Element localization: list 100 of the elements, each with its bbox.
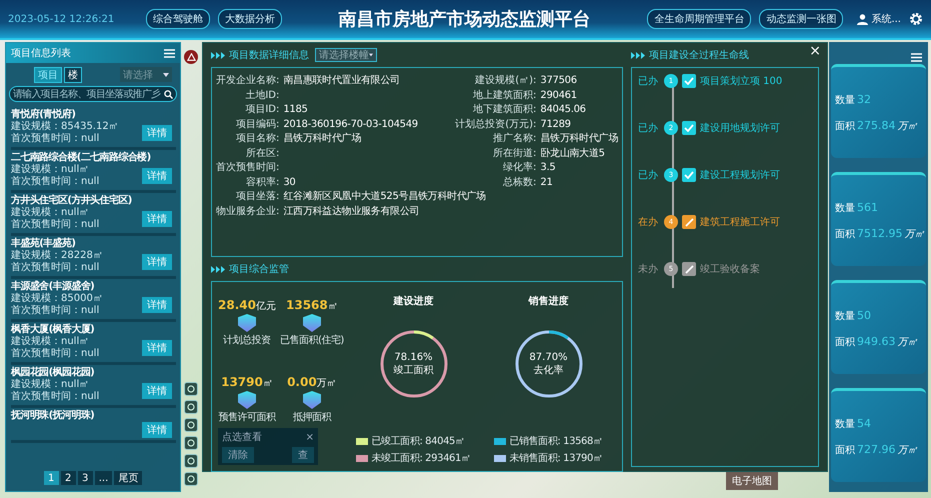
pencil-icon [682,262,696,276]
menu-icon[interactable] [911,53,922,62]
map-tool-button[interactable] [184,418,198,432]
field-value: 290461 [540,88,577,102]
stat-label: 计划总投资 [223,334,271,347]
search-icon[interactable] [164,90,173,98]
close-button[interactable]: × [806,43,824,59]
circle-icon [187,421,195,429]
page-button[interactable]: 1 [44,471,59,485]
map-tool-button[interactable] [184,436,198,450]
count-label: 数量 [835,202,855,214]
details-button[interactable]: 详情 [142,211,172,227]
page-button[interactable]: 2 [60,471,76,485]
map-tool-button[interactable] [184,382,198,396]
nav-button[interactable]: 综合驾驶舱 [146,9,210,29]
popup-button[interactable]: 查 [292,447,314,463]
field-label: 总栋数: [502,176,536,189]
presale-time: 首次预售时间：null [11,348,100,360]
details-button[interactable]: 详情 [142,383,172,399]
circle-icon [187,439,195,447]
step-status: 已办 [638,122,659,135]
field-label: 所在区: [245,146,280,160]
field-label: 土地ID: [244,88,280,102]
progress-title: 销售进度 [528,294,568,308]
field-value: 卧龙山南大道5 [540,146,605,160]
nav-button[interactable]: 大数据分析 [218,9,282,29]
presale-time: 首次预售时间：null [11,262,100,274]
map-tool-button[interactable] [184,472,198,486]
step-status: 已办 [638,74,659,88]
project-name: 青悦府(青悦府) [11,109,76,120]
area-value: 727.96 [857,442,896,456]
page-button[interactable]: 尾页 [114,471,142,485]
step-title: 项目策划立项 100 [700,74,782,88]
project-scale: 建设规模：85435.12㎡ [11,121,119,132]
field-label: 项目编码: [235,118,280,131]
circle-icon [187,403,195,411]
field-label: 推广名称: [492,132,536,146]
step-title: 建设工程规划许可 [700,168,780,182]
legend-label: 已销售面积: 13568㎡ [509,435,603,448]
area-label: 面积 [835,444,855,456]
details-button[interactable]: 详情 [142,168,172,184]
project-scale: 建设规模：28228㎡ [11,250,103,262]
details-button[interactable]: 详情 [142,297,172,313]
field-value: 红谷滩新区凤凰中大道525号昌铁万科时代广场 [283,190,486,204]
page-button[interactable]: 3 [78,471,93,485]
details-button[interactable]: 详情 [142,254,172,270]
page-title: 南昌市房地产市场动态监测平台 [338,8,592,31]
circle-icon [187,475,195,483]
map-tool-button[interactable] [184,454,198,468]
details-button[interactable]: 详情 [142,125,172,141]
settings-icon[interactable] [909,12,923,26]
presale-time: 首次预售时间：null [11,133,100,145]
count-label: 数量 [835,418,855,430]
field-value: 84045.06 [540,103,586,116]
count-value: 32 [857,92,871,106]
progress-value: 87.70% [529,352,568,362]
presale-time: 首次预售时间：null [11,219,100,231]
area-value: 275.84 [857,118,896,132]
nav-button[interactable]: 全生命周期管理平台 [647,9,752,29]
nav-button[interactable]: 动态监测一张图 [759,9,844,29]
page-button[interactable]: ... [94,471,112,485]
project-scale: 建设规模：null㎡ [11,207,90,218]
building-select[interactable]: 请选择楼幢 [315,48,377,62]
tab[interactable]: 项目 [34,66,62,82]
area-unit: 万㎡ [898,120,918,132]
pencil-icon [682,215,696,229]
tab[interactable]: 楼 [64,66,82,82]
area-unit: 万㎡ [898,336,918,348]
step-title: 竣工验收备案 [700,262,760,276]
field-value: 377506 [540,74,577,88]
check-icon [682,121,696,135]
map-tool-button[interactable] [184,400,198,414]
map-type-button[interactable]: 电子地图 [726,472,778,490]
popup-button[interactable]: 清除 [222,447,254,463]
panel-title: 项目信息列表 [11,46,71,60]
step-title: 建筑工程施工许可 [700,216,780,229]
presale-time: 首次预售时间：null [11,391,100,403]
user-menu[interactable]: 系统... [857,12,901,26]
stat-value: 13790㎡ [221,374,273,390]
project-name: 方井头住宅区(方井头住宅区) [11,195,133,206]
project-name: 抚河明珠(抚河明珠) [11,410,96,422]
details-button[interactable]: 详情 [142,422,172,438]
project-scale: 建设规模：null㎡ [11,164,90,176]
field-label: 容积率: [245,176,280,189]
caret-icon [369,53,373,57]
presale-time: 首次预售时间：null [11,176,100,188]
legend-label: 未销售面积: 13790㎡ [509,452,603,465]
close-button[interactable]: × [306,430,314,444]
field-value: 江西万科益达物业服务有限公司 [283,204,420,218]
progress-ring-drawing [378,328,450,400]
project-name: 丰源盛舍(丰源盛舍) [11,281,96,292]
progress-title: 建设进度 [394,294,434,308]
details-button[interactable]: 详情 [142,340,172,356]
field-label: 地下建筑面积: [472,103,536,116]
count-value: 54 [857,416,871,430]
menu-icon[interactable] [164,48,175,58]
select-field[interactable]: 请选择 [120,67,172,82]
progress-caption: 去化率 [533,364,564,376]
area-label: 面积 [835,120,855,132]
project-name: 枫园花园(枫园花园) [11,367,96,378]
